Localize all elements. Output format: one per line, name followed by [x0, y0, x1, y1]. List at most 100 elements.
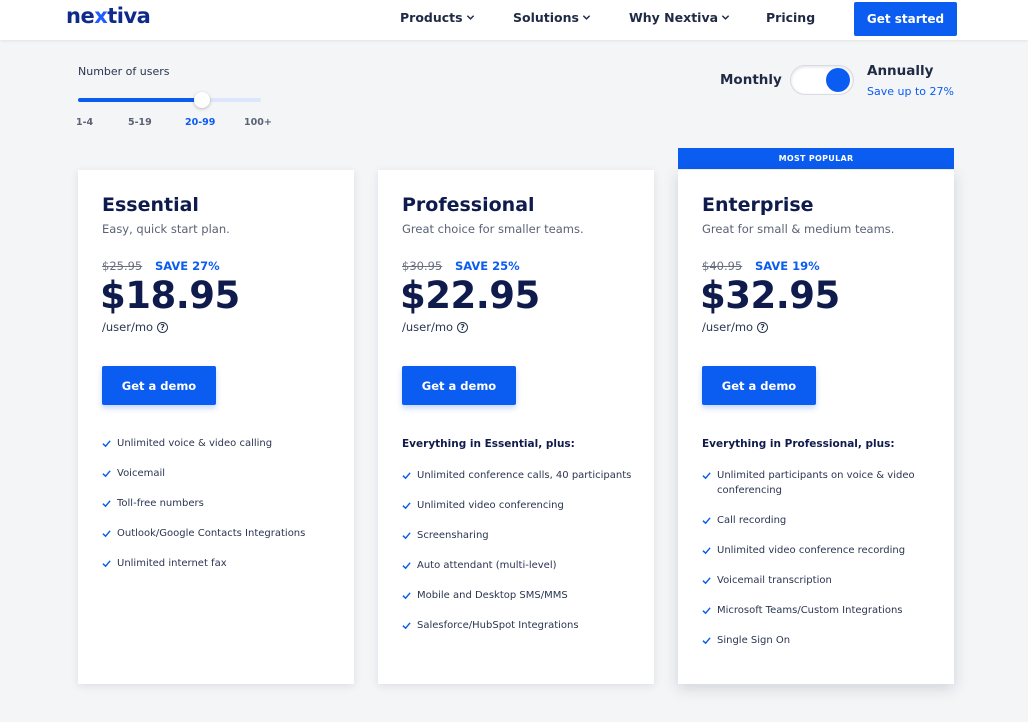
price-unit: /user/mo ?: [402, 320, 469, 334]
plan-price: $18.95: [100, 274, 240, 317]
features-heading: Everything in Professional, plus:: [702, 438, 895, 450]
feature-item: Single Sign On: [702, 633, 942, 648]
feature-item: Mobile and Desktop SMS/MMS: [402, 588, 642, 603]
feature-label: Toll-free numbers: [117, 498, 204, 509]
users-tick-1-4[interactable]: 1-4: [76, 117, 93, 128]
check-icon: [402, 562, 411, 570]
feature-label: Microsoft Teams/Custom Integrations: [717, 605, 903, 616]
slider-fill: [78, 98, 203, 102]
get-demo-button[interactable]: Get a demo: [402, 366, 516, 405]
nav-pricing[interactable]: Pricing: [766, 10, 815, 25]
feature-item: Unlimited internet fax: [102, 556, 342, 571]
feature-item: Voicemail transcription: [702, 573, 942, 588]
feature-label: Auto attendant (multi-level): [417, 560, 557, 571]
nav-why-nextiva[interactable]: Why Nextiva: [629, 10, 730, 25]
toggle-knob: [826, 68, 850, 92]
plan-price: $22.95: [400, 274, 540, 317]
plan-name: Essential: [102, 194, 199, 216]
plan-tagline: Great for small & medium teams.: [702, 222, 895, 236]
feature-label: Unlimited video conferencing: [417, 500, 564, 511]
feature-item: Voicemail: [102, 466, 342, 481]
billing-annually-label[interactable]: Annually: [867, 63, 933, 79]
chevron-down-icon: [721, 15, 730, 20]
check-icon: [702, 517, 711, 525]
check-icon: [402, 532, 411, 540]
feature-label: Screensharing: [417, 530, 489, 541]
check-icon: [102, 440, 111, 448]
plan-name: Enterprise: [702, 194, 814, 216]
feature-item: Toll-free numbers: [102, 496, 342, 511]
nav-products[interactable]: Products: [400, 10, 475, 25]
help-icon[interactable]: ?: [157, 321, 169, 333]
feature-label: Unlimited internet fax: [117, 558, 227, 569]
original-price: $25.95: [102, 259, 143, 273]
feature-label: Voicemail transcription: [717, 575, 832, 586]
check-icon: [702, 637, 711, 645]
feature-label: Unlimited voice & video calling: [117, 438, 273, 449]
users-slider-label: Number of users: [78, 65, 170, 78]
billing-monthly-label[interactable]: Monthly: [720, 72, 782, 88]
users-tick-20-99[interactable]: 20-99: [185, 117, 215, 128]
feature-item: Salesforce/HubSpot Integrations: [402, 618, 642, 633]
feature-item: Auto attendant (multi-level): [402, 558, 642, 573]
get-started-button[interactable]: Get started: [854, 2, 957, 36]
price-unit: /user/mo ?: [102, 320, 169, 334]
plan-tagline: Easy, quick start plan.: [102, 222, 230, 236]
check-icon: [402, 622, 411, 630]
check-icon: [102, 560, 111, 568]
feature-label: Voicemail: [117, 468, 166, 479]
feature-item: Call recording: [702, 513, 942, 528]
billing-toggle[interactable]: [790, 65, 854, 95]
chevron-down-icon: [466, 15, 474, 20]
save-badge: SAVE 25%: [455, 259, 520, 273]
nav-solutions[interactable]: Solutions: [513, 10, 591, 25]
plan-price: $32.95: [700, 274, 840, 317]
feature-label: Unlimited conference calls, 40 participa…: [417, 470, 632, 481]
features-heading: Everything in Essential, plus:: [402, 438, 575, 450]
check-icon: [102, 500, 111, 508]
feature-item: Unlimited video conference recording: [702, 543, 942, 558]
feature-item: Microsoft Teams/Custom Integrations: [702, 603, 942, 618]
feature-item: Outlook/Google Contacts Integrations: [102, 526, 342, 541]
check-icon: [402, 592, 411, 600]
save-badge: SAVE 27%: [155, 259, 220, 273]
users-tick-100-plus[interactable]: 100+: [244, 117, 272, 128]
original-price: $40.95: [702, 259, 743, 273]
plan-card-professional: Professional Great choice for smaller te…: [378, 170, 654, 684]
plan-card-enterprise: Enterprise Great for small & medium team…: [678, 170, 954, 684]
users-slider[interactable]: [78, 92, 261, 108]
chevron-down-icon: [582, 15, 591, 20]
feature-item: Unlimited video conferencing: [402, 498, 642, 513]
check-icon: [102, 530, 111, 538]
plan-card-essential: Essential Easy, quick start plan. $25.95…: [78, 170, 354, 684]
check-icon: [402, 472, 411, 480]
feature-item: Screensharing: [402, 528, 642, 543]
users-tick-5-19[interactable]: 5-19: [128, 117, 152, 128]
feature-item: Unlimited voice & video calling: [102, 436, 342, 451]
check-icon: [102, 470, 111, 478]
feature-label: Unlimited video conference recording: [717, 545, 906, 556]
feature-label: Single Sign On: [717, 635, 791, 646]
check-icon: [702, 547, 711, 555]
get-demo-button[interactable]: Get a demo: [102, 366, 216, 405]
original-price: $30.95: [402, 259, 443, 273]
slider-handle[interactable]: [194, 92, 211, 108]
feature-label: Salesforce/HubSpot Integrations: [417, 620, 579, 631]
top-nav: nextiva Products Solutions Why Nextiva P…: [0, 0, 1028, 40]
price-unit: /user/mo ?: [702, 320, 769, 334]
plan-tagline: Great choice for smaller teams.: [402, 222, 584, 236]
feature-label: Call recording: [717, 515, 787, 526]
feature-label: Unlimited participants on voice & video …: [717, 470, 915, 496]
feature-label: Outlook/Google Contacts Integrations: [117, 528, 306, 539]
annual-savings-note: Save up to 27%: [867, 85, 954, 98]
plan-name: Professional: [402, 194, 535, 216]
nextiva-logo[interactable]: nextiva: [66, 4, 151, 28]
help-icon[interactable]: ?: [457, 321, 469, 333]
check-icon: [402, 502, 411, 510]
feature-item: Unlimited conference calls, 40 participa…: [402, 468, 642, 483]
check-icon: [702, 472, 711, 480]
check-icon: [702, 577, 711, 585]
save-badge: SAVE 19%: [755, 259, 820, 273]
help-icon[interactable]: ?: [757, 321, 769, 333]
get-demo-button[interactable]: Get a demo: [702, 366, 816, 405]
